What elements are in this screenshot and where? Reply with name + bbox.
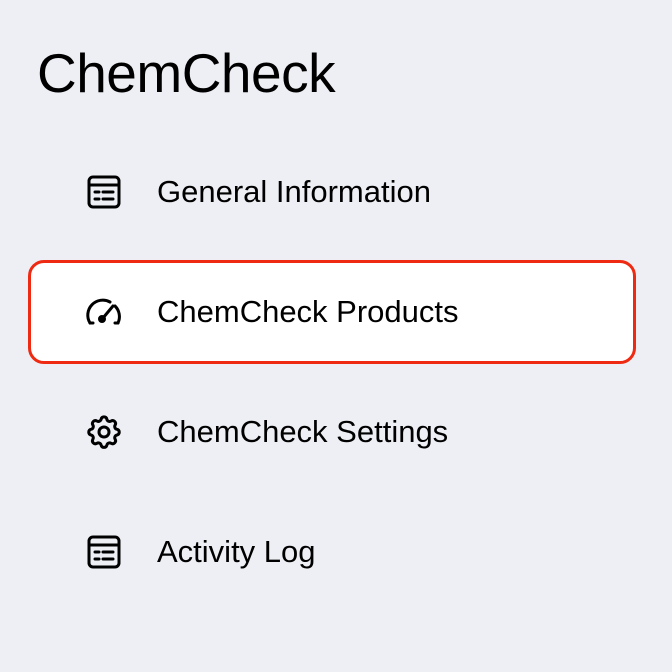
nav-item-general-information[interactable]: General Information	[28, 140, 636, 244]
nav-item-label: Activity Log	[157, 534, 316, 569]
sidebar-nav: General Information ChemCheck Products C…	[0, 0, 672, 672]
nav-item-chemcheck-products[interactable]: ChemCheck Products	[28, 260, 636, 364]
nav-item-label: General Information	[157, 174, 431, 209]
document-list-icon	[84, 172, 124, 212]
app-window: ChemCheck General Information ChemCheck …	[0, 0, 672, 672]
nav-item-activity-log[interactable]: Activity Log	[28, 500, 636, 604]
speedometer-icon	[84, 292, 124, 332]
gear-icon	[84, 412, 124, 452]
document-list-icon	[84, 532, 124, 572]
nav-item-label: ChemCheck Products	[157, 294, 459, 329]
nav-item-label: ChemCheck Settings	[157, 414, 449, 449]
nav-item-chemcheck-settings[interactable]: ChemCheck Settings	[28, 380, 636, 484]
